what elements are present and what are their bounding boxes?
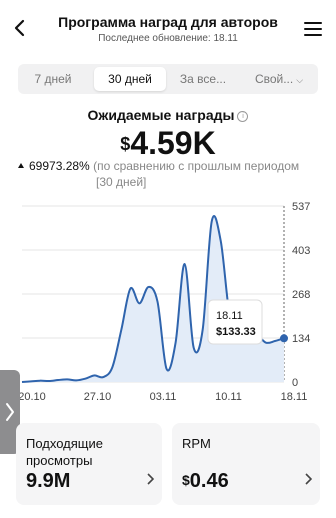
tooltip-value: $133.33 xyxy=(216,326,256,338)
chevron-down-icon: ⌵ xyxy=(296,75,304,85)
tab-custom[interactable]: Свой... ⌵ xyxy=(244,67,314,91)
menu-icon[interactable] xyxy=(304,22,322,36)
rpm-card[interactable]: RPM $0.46 xyxy=(172,423,320,505)
expected-rewards-amount: $4.59K xyxy=(120,125,216,161)
tooltip-date: 18.11 xyxy=(216,310,243,322)
rpm-label: RPM xyxy=(182,436,211,451)
eligible-views-card[interactable]: Подходящие просмотры 9.9M xyxy=(16,423,162,505)
eligible-views-label: Подходящие просмотры xyxy=(26,436,103,468)
tab-30-days[interactable]: 30 дней xyxy=(94,67,166,91)
chevron-right-icon xyxy=(6,403,14,421)
up-arrow-icon xyxy=(18,163,24,168)
y-tick-label: 403 xyxy=(292,245,310,257)
last-updated-text: Последнее обновление: 18.11 xyxy=(98,33,238,44)
rewards-chart[interactable]: 013426840353720.10 27.10 03.11 10.11 18.1118… xyxy=(0,196,336,408)
x-tick-label: 18.11 xyxy=(281,391,308,403)
tab-7-days[interactable]: 7 дней xyxy=(24,67,82,91)
change-period: [30 дней] xyxy=(96,175,147,189)
chevron-right-icon xyxy=(147,473,154,485)
x-tick-label: 20.10 xyxy=(18,391,46,403)
data-point-marker xyxy=(280,334,288,343)
rpm-value: $0.46 xyxy=(182,470,229,492)
expected-rewards-label: Ожидаемые награды i xyxy=(0,107,336,123)
period-tabs: 7 дней 30 дней За все... Свой... ⌵ xyxy=(18,64,318,94)
x-tick-label: 10.11 xyxy=(215,391,242,403)
x-tick-label: 03.11 xyxy=(150,391,177,403)
info-icon[interactable]: i xyxy=(237,110,249,122)
change-description: (по сравнению с прошлым периодом xyxy=(93,159,300,173)
y-tick-label: 537 xyxy=(292,201,310,213)
eligible-views-value: 9.9M xyxy=(26,470,71,492)
y-tick-label: 0 xyxy=(292,377,298,389)
x-tick-label: 27.10 xyxy=(84,391,112,403)
y-tick-label: 268 xyxy=(292,289,310,301)
back-arrow-icon[interactable] xyxy=(12,18,28,38)
change-percent: 69973.28% xyxy=(29,159,90,173)
area-fill xyxy=(22,216,284,382)
tab-all-time[interactable]: За все... xyxy=(170,67,236,91)
page-title: Программа наград для авторов xyxy=(58,14,278,30)
app-header: Программа наград для авторов Последнее о… xyxy=(0,0,336,52)
chart-tooltip: 18.11 $133.33 xyxy=(207,299,263,345)
change-indicator: 69973.28% (по сравнению с прошлым период… xyxy=(18,158,328,189)
chevron-right-icon xyxy=(305,473,312,485)
y-tick-label: 134 xyxy=(292,333,310,345)
